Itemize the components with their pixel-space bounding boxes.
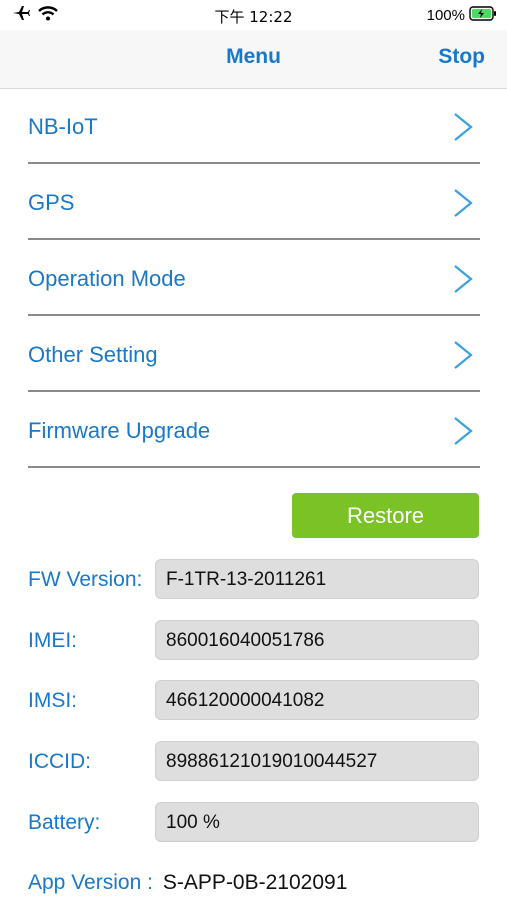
imei-label: IMEI: <box>28 629 78 652</box>
battery-field: 100 % <box>155 802 479 842</box>
iccid-field: 89886121019010044527 <box>155 741 479 781</box>
chevron-right-icon <box>452 188 474 218</box>
menu-item-operation-mode[interactable]: Operation Mode <box>28 242 480 316</box>
menu-item-label: NB-IoT <box>28 114 98 139</box>
nav-title: Menu <box>226 45 281 68</box>
battery-row: Battery: 100 % <box>28 802 480 844</box>
fw-version-row: FW Version: F-1TR-13-2011261 <box>28 559 480 601</box>
chevron-right-icon <box>452 264 474 294</box>
menu-item-label: Operation Mode <box>28 266 186 291</box>
app-version-label: App Version : <box>28 871 153 894</box>
iccid-row: ICCID: 89886121019010044527 <box>28 741 480 783</box>
menu-item-label: GPS <box>28 190 75 215</box>
status-bar: 下午 12:22 100% <box>0 0 507 30</box>
imsi-field: 466120000041082 <box>155 680 479 720</box>
chevron-right-icon <box>452 340 474 370</box>
status-right: 100% <box>427 6 497 25</box>
fw-version-label: FW Version: <box>28 568 143 591</box>
restore-button[interactable]: Restore <box>292 493 479 538</box>
chevron-right-icon <box>452 416 474 446</box>
imei-row: IMEI: 860016040051786 <box>28 620 480 662</box>
menu-item-firmware-upgrade[interactable]: Firmware Upgrade <box>28 394 480 468</box>
battery-percent: 100% <box>426 7 465 24</box>
menu-item-label: Other Setting <box>28 342 158 367</box>
app-version: App Version : S-APP-0B-2102091 <box>28 871 347 895</box>
fw-version-field: F-1TR-13-2011261 <box>155 559 479 599</box>
chevron-right-icon <box>452 112 474 142</box>
app-version-value: S-APP-0B-2102091 <box>162 871 348 894</box>
imei-field: 860016040051786 <box>155 620 479 660</box>
imsi-row: IMSI: 466120000041082 <box>28 680 480 722</box>
nav-bar: Menu Stop <box>0 30 507 89</box>
stop-button[interactable]: Stop <box>438 45 485 69</box>
iccid-label: ICCID: <box>28 750 91 773</box>
battery-label: Battery: <box>28 811 101 834</box>
menu-list: NB-IoT GPS Operation Mode Other Setting … <box>28 90 480 470</box>
menu-item-label: Firmware Upgrade <box>28 418 211 443</box>
menu-item-other-setting[interactable]: Other Setting <box>28 318 480 392</box>
menu-item-gps[interactable]: GPS <box>28 166 480 240</box>
battery-charging-icon <box>469 6 497 25</box>
imsi-label: IMSI: <box>28 689 78 712</box>
menu-item-nb-iot[interactable]: NB-IoT <box>28 90 480 164</box>
